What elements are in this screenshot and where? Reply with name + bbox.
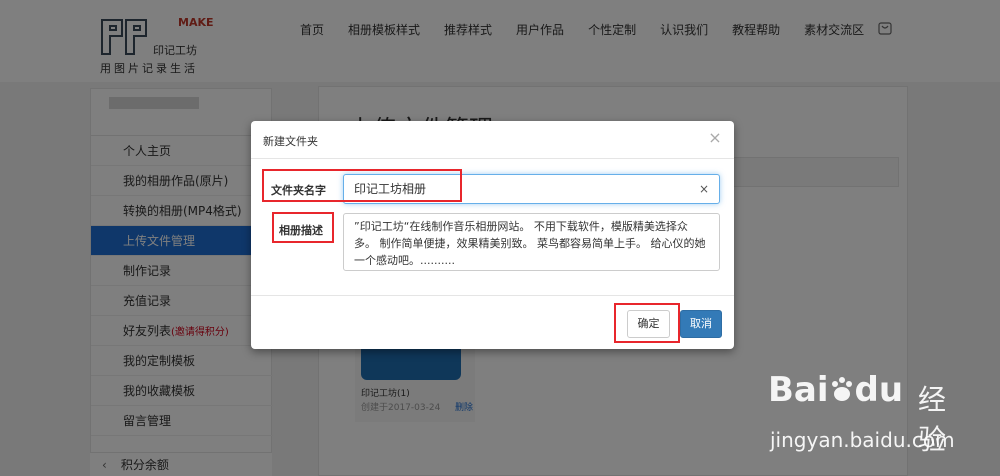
album-desc-textarea[interactable]: ”印记工坊“在线制作音乐相册网站。 不用下载软件，模版精美选择众多。 制作简单便… — [343, 213, 720, 271]
highlight-box-folder-name — [262, 169, 462, 202]
dialog-footer-divider — [251, 295, 734, 296]
cancel-button[interactable]: 取消 — [680, 310, 722, 338]
baidu-jingyan-watermark: Bai du 经验 jingyan.baidu.com — [768, 370, 968, 466]
watermark-brand: Bai du — [768, 370, 904, 410]
dialog-title: 新建文件夹 — [263, 135, 318, 148]
dialog-header: 新建文件夹 × — [251, 121, 734, 159]
watermark-url: jingyan.baidu.com — [770, 428, 955, 452]
paw-icon — [831, 377, 852, 401]
clear-input-icon[interactable]: × — [697, 179, 711, 199]
highlight-box-desc — [272, 212, 334, 243]
close-icon[interactable]: × — [707, 129, 723, 147]
highlight-box-confirm — [614, 303, 680, 343]
